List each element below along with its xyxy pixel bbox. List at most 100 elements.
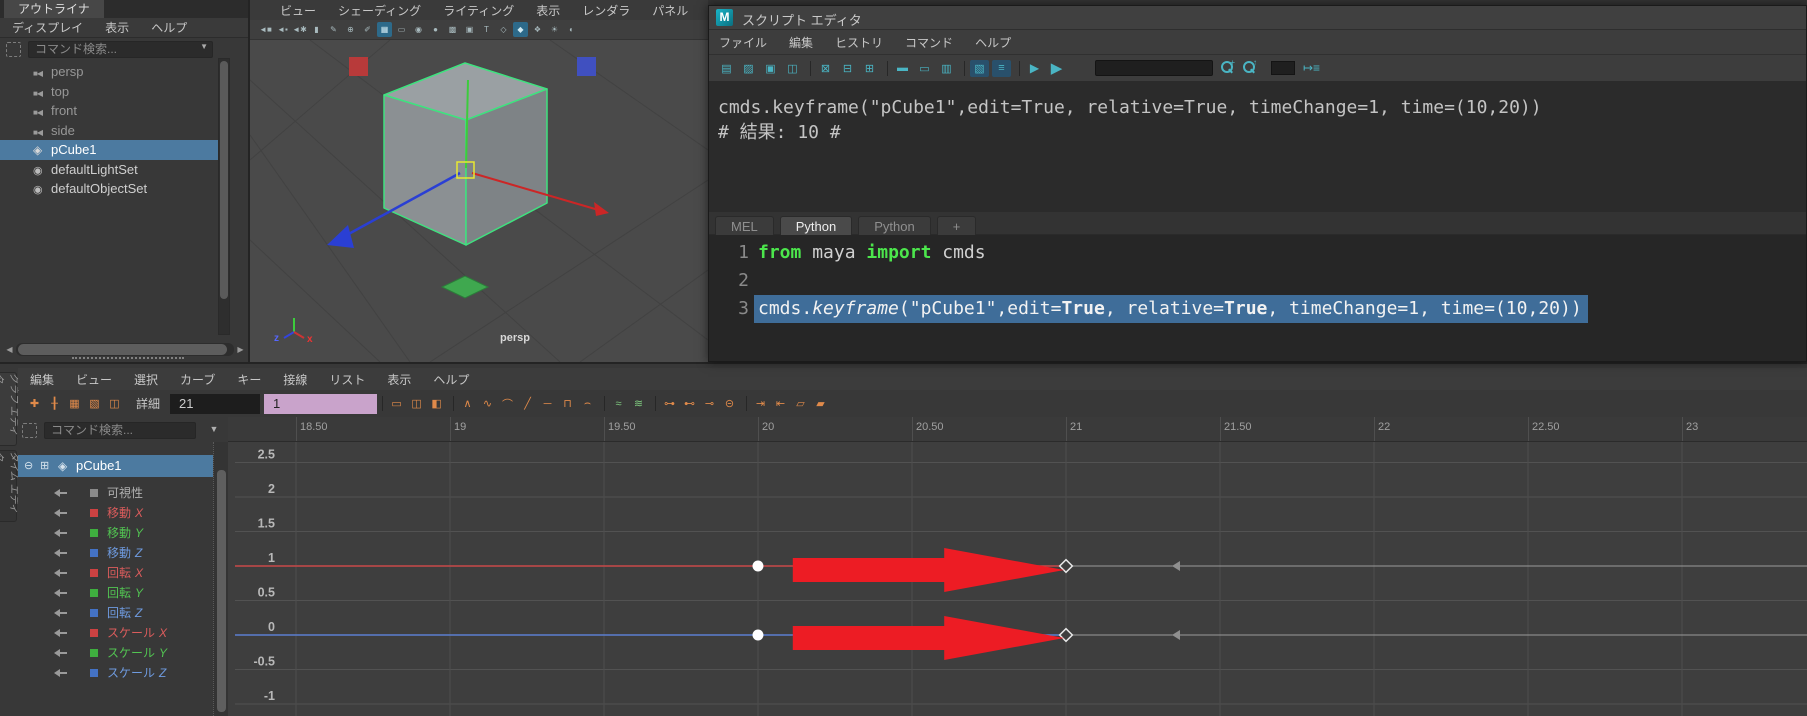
cube-left-face[interactable]: [383, 94, 467, 246]
free-tangent-weight-icon[interactable]: ⊸: [701, 395, 718, 412]
retime-tool-icon[interactable]: ◫: [106, 395, 123, 412]
script-tab-python[interactable]: Python: [779, 216, 853, 235]
open-script-icon[interactable]: ▤: [717, 60, 736, 77]
menu-item[interactable]: ヘルプ: [975, 34, 1011, 51]
gate-mask-icon[interactable]: ●: [428, 22, 443, 37]
frame-playback-icon[interactable]: ◫: [408, 395, 425, 412]
buffer-snapshot-icon[interactable]: ≈: [610, 395, 627, 412]
scrollbar-thumb[interactable]: [217, 470, 226, 712]
menu-item[interactable]: 表示: [387, 371, 411, 388]
script-tab-+[interactable]: +: [936, 216, 977, 235]
linear-tangent-icon[interactable]: ╱: [519, 395, 536, 412]
template-channel-icon[interactable]: ▱: [792, 395, 809, 412]
plateau-tangent-icon[interactable]: ⌢: [579, 395, 596, 412]
menu-item[interactable]: 接線: [283, 371, 307, 388]
outliner-item-front[interactable]: ■◀ front: [0, 101, 218, 121]
channel-row-回転-Z[interactable]: 回転 Z: [18, 603, 213, 623]
keyframe-selected-translate-x-curve[interactable]: [752, 560, 764, 572]
script-search-input[interactable]: [1095, 60, 1213, 76]
echo-all-commands-icon[interactable]: ▬: [893, 60, 912, 77]
manipulator-z-arrowhead[interactable]: [327, 225, 354, 248]
code-text[interactable]: from maya import cmds: [758, 239, 986, 267]
outliner-vertical-scrollbar[interactable]: [218, 58, 230, 335]
menu-item[interactable]: 表示: [536, 2, 560, 19]
image-plane-icon[interactable]: ✎: [326, 22, 341, 37]
keyframe-selected-translate-z-curve[interactable]: [752, 629, 764, 641]
channel-row-回転-Y[interactable]: 回転 Y: [18, 583, 213, 603]
channel-row-可視性[interactable]: 可視性: [18, 483, 213, 503]
menu-item[interactable]: キー: [237, 371, 261, 388]
save-script-icon[interactable]: ▣: [761, 60, 780, 77]
graph-search-input[interactable]: コマンド検索...: [44, 422, 196, 439]
time-ruler[interactable]: 18.50 19 19.50 20 20.50 21 21.50 22 22.50 23: [228, 417, 1807, 442]
clear-history-icon[interactable]: ⊠: [816, 60, 835, 77]
lock-tangent-weight-icon[interactable]: ⊝: [721, 395, 738, 412]
break-tangents-icon[interactable]: ⊶: [661, 395, 678, 412]
step-tangent-icon[interactable]: ⊓: [559, 395, 576, 412]
scrollbar-thumb[interactable]: [18, 344, 228, 355]
panel-splitter-handle[interactable]: [72, 357, 184, 359]
script-tab-mel[interactable]: MEL: [715, 216, 774, 235]
film-gate-icon[interactable]: ▭: [394, 22, 409, 37]
key-time-field[interactable]: 21: [170, 393, 261, 414]
script-history-pane[interactable]: cmds.keyframe("pCube1",edit=True, relati…: [709, 81, 1806, 212]
insert-key-tool-icon[interactable]: ╂: [46, 395, 63, 412]
channel-row-移動-Z[interactable]: 移動 Z: [18, 543, 213, 563]
menu-item[interactable]: ヒストリ: [835, 34, 883, 51]
field-chart-icon[interactable]: ▩: [445, 22, 460, 37]
wireframe-cube-icon[interactable]: ◇: [496, 22, 511, 37]
scrollbar-track[interactable]: [16, 343, 234, 356]
textured-cube-icon[interactable]: ❖: [530, 22, 545, 37]
safe-title-icon[interactable]: T: [479, 22, 494, 37]
safe-action-icon[interactable]: ▣: [462, 22, 477, 37]
outliner-item-side[interactable]: ■◀ side: [0, 121, 218, 141]
menu-item[interactable]: レンダラ: [582, 2, 630, 19]
menu-item[interactable]: 編集: [30, 371, 54, 388]
goto-line-field[interactable]: [1271, 61, 1295, 75]
auto-tangent-icon[interactable]: ∧: [459, 395, 476, 412]
flat-tangent-icon[interactable]: ─: [539, 395, 556, 412]
tree-vertical-scrollbar[interactable]: [213, 442, 228, 716]
menu-item[interactable]: 選択: [134, 371, 158, 388]
shaded-cube-icon[interactable]: ◆: [513, 22, 528, 37]
command-completion-icon[interactable]: ▧: [970, 59, 989, 77]
source-script-icon[interactable]: ▨: [739, 60, 758, 77]
channel-row-移動-Y[interactable]: 移動 Y: [18, 523, 213, 543]
keyframe-translate-z-curve[interactable]: [1058, 627, 1074, 643]
menu-item[interactable]: ディスプレイ: [12, 19, 83, 36]
grease-pencil-icon[interactable]: ✐: [360, 22, 375, 37]
channel-row-回転-X[interactable]: 回転 X: [18, 563, 213, 583]
pin-channel-icon[interactable]: ▰: [812, 395, 829, 412]
menu-item[interactable]: ライティング: [443, 2, 514, 19]
camera-select-icon[interactable]: ◄■: [258, 22, 273, 37]
channel-row-スケール-Z[interactable]: スケール Z: [18, 663, 213, 683]
scrollbar-thumb[interactable]: [220, 61, 228, 299]
script-editor-titlebar[interactable]: M スクリプト エディタ: [709, 6, 1806, 30]
value-snap-icon[interactable]: ⇤: [772, 395, 789, 412]
outliner-item-pCube1[interactable]: ◈ pCube1: [0, 140, 218, 160]
expand-icon[interactable]: ⊞: [40, 455, 49, 477]
menu-item[interactable]: 編集: [789, 34, 813, 51]
search-and-select-icon[interactable]: +: [1219, 58, 1235, 76]
script-input-pane[interactable]: 1 from maya import cmds 2 3 cmds.keyframe("p…: [709, 235, 1806, 361]
search-up-icon[interactable]: ↑: [1241, 58, 1257, 76]
move-key-tool-icon[interactable]: ✚: [26, 395, 43, 412]
camera-attributes-icon[interactable]: ◄✱: [292, 22, 307, 37]
ground-plane-handle[interactable]: [440, 275, 490, 299]
indent-icon[interactable]: ↦≡: [1303, 61, 1320, 75]
menu-item[interactable]: ビュー: [76, 371, 112, 388]
resolution-gate-icon[interactable]: ◉: [411, 22, 426, 37]
outliner-search-input[interactable]: コマンド検索...: [28, 41, 213, 58]
outliner-item-defaultLightSet[interactable]: ◉ defaultLightSet: [0, 160, 218, 180]
tab-graph-editor[interactable]: グラフ エディタ: [0, 372, 19, 446]
menu-item[interactable]: ビュー: [280, 2, 316, 19]
lattice-deform-icon[interactable]: ▦: [66, 395, 83, 412]
region-key-tool-icon[interactable]: ▧: [86, 395, 103, 412]
clear-all-icon[interactable]: ⊞: [860, 60, 879, 77]
tab-time-editor[interactable]: タイム エディタ: [0, 450, 19, 522]
key-value-field[interactable]: 1: [264, 393, 378, 414]
menu-item[interactable]: 表示: [105, 19, 129, 36]
bookmark-icon[interactable]: ▮: [309, 22, 324, 37]
menu-item[interactable]: パネル: [652, 2, 688, 19]
execute-line-icon[interactable]: ▶: [1025, 60, 1044, 77]
